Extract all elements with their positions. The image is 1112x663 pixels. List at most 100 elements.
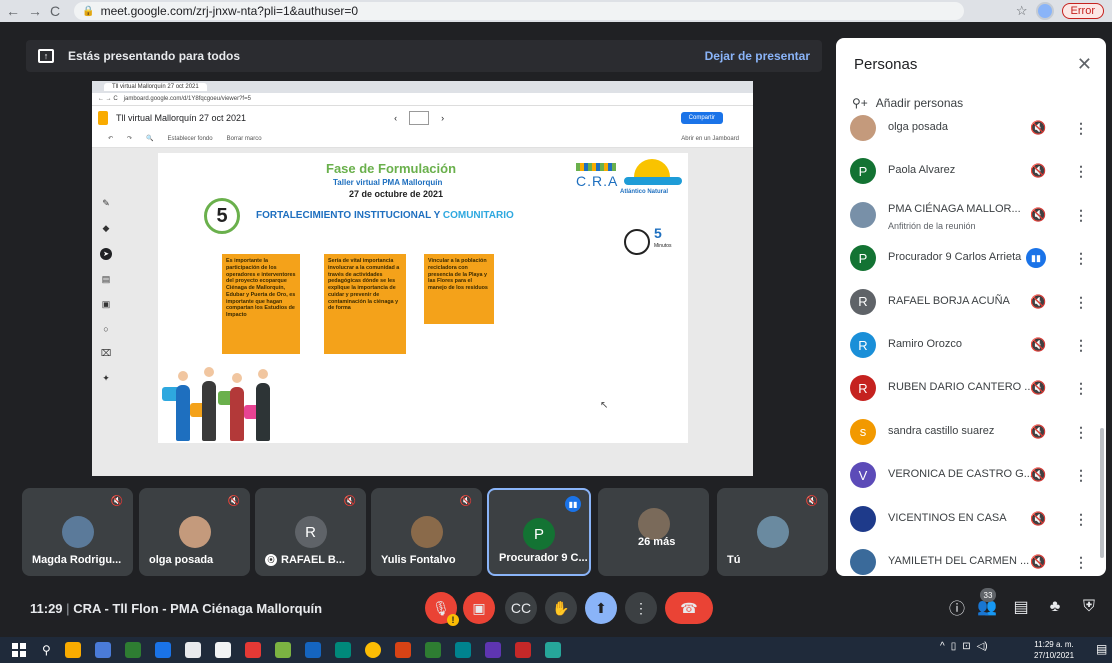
battery-icon[interactable]: ▯ bbox=[951, 641, 957, 652]
calculator-icon[interactable] bbox=[94, 642, 111, 658]
forward-arrow-icon[interactable]: → bbox=[28, 3, 42, 19]
more-vert-icon[interactable]: ⋮ bbox=[1074, 554, 1088, 571]
more-vert-icon[interactable]: ⋮ bbox=[1074, 424, 1088, 441]
participant-row[interactable]: P Paola Alvarez 🔇 ⋮ bbox=[836, 151, 1106, 195]
pen-icon: ✎ bbox=[102, 198, 110, 208]
meeting-info: 11:29 | CRA - Tll Flon - PMA Ciénaga Mal… bbox=[30, 601, 322, 616]
self-tile[interactable]: 🔇 Tú bbox=[717, 488, 828, 576]
participant-tile[interactable]: 🔇 Yulis Fontalvo bbox=[371, 488, 482, 576]
windows-start-icon[interactable] bbox=[12, 643, 26, 657]
mic-toggle-button[interactable]: 🎙 ! bbox=[425, 592, 459, 626]
participant-row[interactable]: R RUBEN DARIO CANTERO ... 🔇 ⋮ bbox=[836, 368, 1106, 412]
chat-icon: ▤ bbox=[1013, 599, 1029, 616]
volume-icon[interactable]: ◁) bbox=[977, 641, 988, 652]
more-vert-icon[interactable]: ⋮ bbox=[1074, 207, 1088, 224]
participant-row[interactable]: s sandra castillo suarez 🔇 ⋮ bbox=[836, 412, 1106, 456]
app-icon[interactable] bbox=[274, 642, 291, 658]
more-vert-icon[interactable]: ⋮ bbox=[1074, 337, 1088, 354]
more-participants-tile[interactable]: 26 más bbox=[598, 488, 709, 576]
word-icon[interactable] bbox=[304, 642, 321, 658]
app-icon[interactable] bbox=[244, 642, 261, 658]
meeting-details-button[interactable]: ⓘ bbox=[946, 596, 968, 618]
mic-off-icon[interactable]: 🔇 bbox=[1030, 554, 1046, 570]
mic-off-icon[interactable]: 🔇 bbox=[1030, 294, 1046, 310]
raise-hand-button[interactable]: ✋ bbox=[545, 592, 577, 624]
mic-off-icon[interactable]: 🔇 bbox=[1030, 467, 1046, 483]
activities-button[interactable]: ♣ bbox=[1044, 596, 1066, 618]
powerpoint-icon[interactable] bbox=[394, 642, 411, 658]
mic-off-icon[interactable]: 🔇 bbox=[1030, 337, 1046, 353]
participant-row[interactable]: P Procurador 9 Carlos Arrieta ▮▮ ⋮ bbox=[836, 238, 1106, 282]
participant-tile[interactable]: 🔇 R ⦿ RAFAEL B... bbox=[255, 488, 366, 576]
camera-toggle-button[interactable]: ▣ bbox=[463, 592, 495, 624]
more-vert-icon[interactable]: ⋮ bbox=[1074, 511, 1088, 528]
app-icon[interactable] bbox=[454, 642, 471, 658]
acrobat-icon[interactable] bbox=[514, 642, 531, 658]
participant-row[interactable]: YAMILETH DEL CARMEN ... 🔇 ⋮ bbox=[836, 542, 1106, 576]
stop-presenting-button[interactable]: Dejar de presentar bbox=[705, 49, 810, 63]
chevron-left-icon: ‹ bbox=[394, 113, 398, 123]
panel-scrollbar[interactable] bbox=[1100, 428, 1104, 558]
participant-row[interactable]: R RAFAEL BORJA ACUÑA 🔇 ⋮ bbox=[836, 282, 1106, 326]
chat-button[interactable]: ▤ bbox=[1010, 596, 1032, 618]
host-controls-button[interactable]: ⛨ bbox=[1078, 596, 1100, 618]
app-icon[interactable] bbox=[544, 642, 561, 658]
notifications-icon[interactable]: ▤ bbox=[1096, 642, 1107, 656]
profile-error-badge[interactable]: Error bbox=[1061, 3, 1104, 19]
more-vert-icon[interactable]: ⋮ bbox=[1074, 380, 1088, 397]
mic-off-icon: 🔇 bbox=[459, 496, 472, 507]
more-vert-icon[interactable]: ⋮ bbox=[1074, 120, 1088, 137]
participant-tile[interactable]: 🔇 Magda Rodrigu... bbox=[22, 488, 133, 576]
search-icon[interactable]: ⚲ bbox=[42, 643, 51, 657]
participant-tile-active-speaker[interactable]: ▮▮ P Procurador 9 C... bbox=[487, 488, 591, 576]
more-vert-icon[interactable]: ⋮ bbox=[1074, 163, 1088, 180]
participant-tile[interactable]: 🔇 olga posada bbox=[139, 488, 250, 576]
app-icon[interactable] bbox=[184, 642, 201, 658]
mic-off-icon[interactable]: 🔇 bbox=[1030, 120, 1046, 136]
participant-name: RAFAEL BORJA ACUÑA bbox=[888, 294, 1010, 307]
profile-avatar[interactable] bbox=[1035, 2, 1054, 20]
participant-row[interactable]: R Ramiro Orozco 🔇 ⋮ bbox=[836, 325, 1106, 369]
chevron-up-icon[interactable]: ^ bbox=[940, 641, 945, 652]
network-icon[interactable]: ⊡ bbox=[962, 641, 970, 652]
excel-icon[interactable] bbox=[424, 642, 441, 658]
avatar: R bbox=[850, 288, 876, 315]
mic-off-icon[interactable]: 🔇 bbox=[1030, 163, 1046, 179]
app-icon[interactable] bbox=[124, 642, 141, 658]
participant-row[interactable]: VICENTINOS EN CASA 🔇 ⋮ bbox=[836, 499, 1106, 543]
zoom-icon: 🔍 bbox=[146, 136, 154, 142]
more-options-button[interactable]: ⋮ bbox=[625, 592, 657, 624]
participant-name: Paola Alvarez bbox=[888, 164, 956, 177]
app-icon[interactable] bbox=[334, 642, 351, 658]
system-clock[interactable]: 11:29 a. m. 27/10/2021 bbox=[1034, 639, 1074, 661]
more-vert-icon[interactable]: ⋮ bbox=[1074, 294, 1088, 311]
close-panel-button[interactable]: ✕ bbox=[1077, 54, 1092, 75]
mic-off-icon[interactable]: 🔇 bbox=[1030, 511, 1046, 527]
url-text: meet.google.com/zrj-jnxw-nta?pli=1&authu… bbox=[100, 4, 359, 18]
address-bar[interactable]: 🔒 meet.google.com/zrj-jnxw-nta?pli=1&aut… bbox=[74, 2, 965, 20]
app-icon[interactable] bbox=[154, 642, 171, 658]
mic-off-icon[interactable]: 🔇 bbox=[1030, 207, 1046, 223]
app-icon[interactable] bbox=[484, 642, 501, 658]
shared-nav-icon: ← → C bbox=[98, 96, 118, 102]
participant-row[interactable]: olga posada 🔇 ⋮ bbox=[836, 108, 1106, 152]
slide-topic-part1: FORTALECIMIENTO INSTITUCIONAL Y bbox=[256, 210, 443, 221]
notepad-icon[interactable] bbox=[214, 642, 231, 658]
people-button[interactable]: 👥 33 bbox=[976, 588, 998, 618]
sun-icon bbox=[634, 159, 670, 179]
reload-icon[interactable]: C bbox=[50, 3, 60, 19]
present-button[interactable]: ⬆ bbox=[585, 592, 617, 624]
back-arrow-icon[interactable]: ← bbox=[6, 3, 20, 19]
more-vert-icon[interactable]: ⋮ bbox=[1074, 467, 1088, 484]
chrome-icon[interactable] bbox=[364, 642, 381, 658]
speaking-indicator-icon[interactable]: ▮▮ bbox=[1026, 248, 1046, 269]
captions-button[interactable]: CC bbox=[505, 592, 537, 624]
participant-row[interactable]: V VERONICA DE CASTRO G... 🔇 ⋮ bbox=[836, 455, 1106, 499]
leave-call-button[interactable]: ☎ bbox=[665, 592, 713, 624]
bookmark-star-icon[interactable]: ☆ bbox=[1016, 3, 1028, 19]
file-explorer-icon[interactable] bbox=[64, 642, 81, 658]
mic-off-icon[interactable]: 🔇 bbox=[1030, 424, 1046, 440]
mic-off-icon[interactable]: 🔇 bbox=[1030, 380, 1046, 396]
participant-row[interactable]: PMA CIÉNAGA MALLOR... Anfitrión de la reu… bbox=[836, 195, 1106, 239]
more-vert-icon[interactable]: ⋮ bbox=[1074, 250, 1088, 267]
